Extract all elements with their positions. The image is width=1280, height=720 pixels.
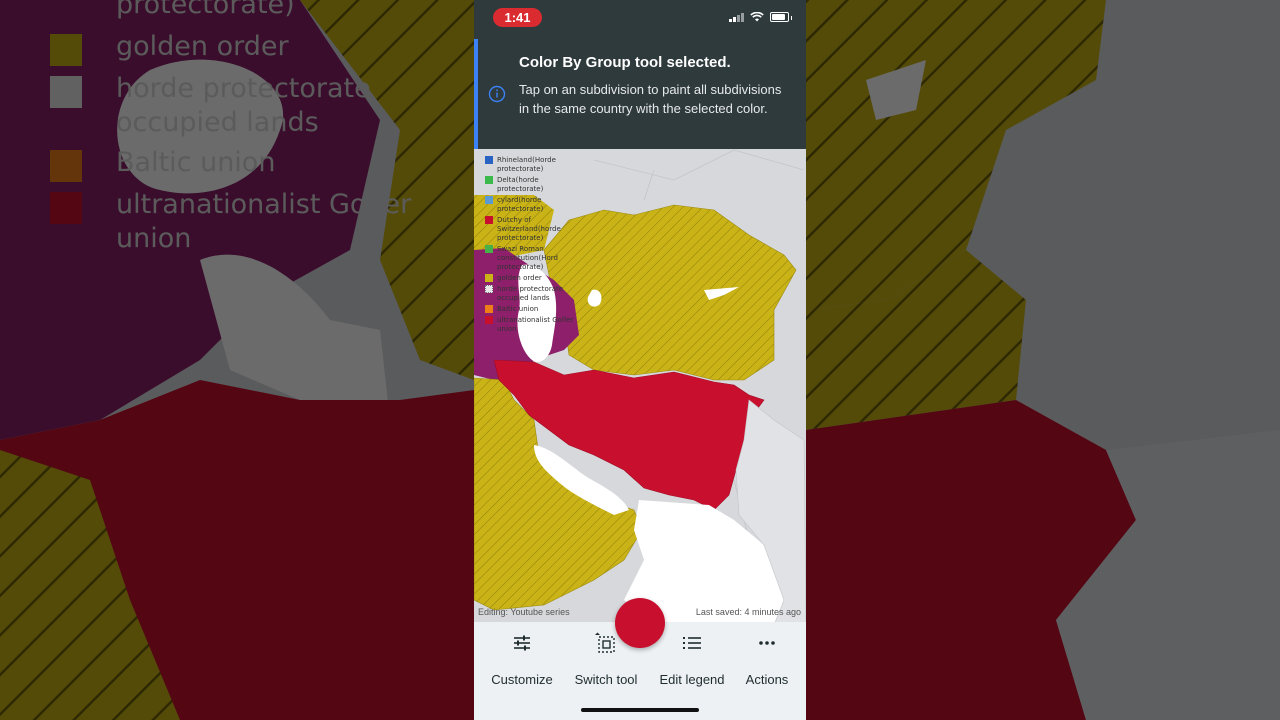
legend-label: Swazi Roman constitution(Hord protectora… <box>497 245 558 271</box>
home-indicator[interactable] <box>581 708 699 712</box>
legend-swatch <box>50 0 82 24</box>
legend-swatch <box>485 216 493 224</box>
battery-tip <box>790 16 792 20</box>
legend-label: Baltic union <box>497 305 539 313</box>
legend-swatch <box>485 316 493 324</box>
legend-label: golden order <box>497 274 542 282</box>
background-legend-row: protectorate) <box>50 0 446 24</box>
legend-label: horde protectorate occupied lands <box>497 285 564 302</box>
background-left: protectorate) golden order horde protect… <box>0 0 474 720</box>
status-time: 1:41 <box>493 8 542 27</box>
legend-swatch <box>485 156 493 164</box>
last-saved-label: Last saved: 4 minutes ago <box>695 607 801 617</box>
group-select-icon <box>595 632 615 653</box>
toast-accent-bar <box>474 39 478 149</box>
battery-icon <box>769 12 789 22</box>
legend-item[interactable]: Baltic union <box>485 305 575 314</box>
background-legend-row: golden order <box>50 30 446 66</box>
toast-notification: 1:41 Color By Group tool selected. Tap o… <box>474 0 806 149</box>
legend-item[interactable]: cylard(horde protectorate) <box>485 196 575 214</box>
wifi-icon <box>749 12 764 22</box>
background-legend-label: golden order <box>116 31 289 62</box>
legend-swatch <box>485 196 493 204</box>
legend-item[interactable]: Rhineland(Horde protectorate) <box>485 156 575 174</box>
toast-message: Tap on an subdivision to paint all subdi… <box>519 82 782 116</box>
legend-swatch <box>50 150 82 182</box>
background-legend-row: horde protectorate occupied lands <box>50 72 446 140</box>
background-legend: protectorate) golden order horde protect… <box>50 0 446 262</box>
legend-swatch <box>485 274 493 282</box>
edit-legend-button[interactable]: Edit legend <box>652 632 732 687</box>
customize-button[interactable]: Customize <box>482 632 562 687</box>
legend-item[interactable]: Delta(horde protectorate) <box>485 176 575 194</box>
actions-label: Actions <box>745 672 789 687</box>
background-legend-label: ultranationalist Golfer union <box>116 189 412 254</box>
legend-label: cylard(horde protectorate) <box>497 196 544 213</box>
map-legend[interactable]: Rhineland(Horde protectorate) Delta(hord… <box>485 156 575 336</box>
legend-label: ultranationalist Golfer union <box>497 316 574 333</box>
legend-label: Rhineland(Horde protectorate) <box>497 156 556 173</box>
edit-legend-label: Edit legend <box>659 672 725 687</box>
legend-item[interactable]: horde protectorate occupied lands <box>485 285 575 303</box>
actions-button[interactable]: Actions <box>727 632 806 687</box>
legend-swatch <box>485 305 493 313</box>
legend-item[interactable]: Dutchy of Switzerland(horde protectorate… <box>485 216 575 243</box>
cellular-signal-icon <box>729 12 744 22</box>
legend-swatch <box>50 192 82 224</box>
background-legend-label: Baltic union <box>116 147 276 178</box>
legend-item[interactable]: golden order <box>485 274 575 283</box>
sliders-icon <box>514 635 530 651</box>
background-right <box>806 0 1280 720</box>
customize-label: Customize <box>491 672 553 687</box>
switch-tool-label: Switch tool <box>574 672 638 687</box>
phone-screen: Rhineland(Horde protectorate) Delta(hord… <box>474 0 806 720</box>
legend-swatch <box>485 245 493 253</box>
status-icons <box>729 12 792 22</box>
background-legend-row: ultranationalist Golfer union <box>50 188 446 256</box>
info-icon <box>488 85 506 103</box>
background-legend-row: Baltic union <box>50 146 446 182</box>
legend-swatch <box>485 176 493 184</box>
toast-title: Color By Group tool selected. <box>519 54 731 71</box>
legend-label: Dutchy of Switzerland(horde protectorate… <box>497 216 561 242</box>
legend-swatch <box>485 285 493 293</box>
editing-label: Editing: Youtube series <box>478 607 570 617</box>
more-horizontal-icon <box>759 641 775 645</box>
list-icon <box>683 637 701 649</box>
legend-item[interactable]: Swazi Roman constitution(Hord protectora… <box>485 245 575 272</box>
selected-color-button[interactable] <box>615 598 665 648</box>
legend-item[interactable]: ultranationalist Golfer union <box>485 316 575 334</box>
legend-swatch <box>50 34 82 66</box>
legend-label: Delta(horde protectorate) <box>497 176 544 193</box>
background-map-right <box>806 0 1280 720</box>
background-legend-label: protectorate) <box>116 0 295 20</box>
legend-swatch <box>50 76 82 108</box>
background-legend-label: horde protectorate occupied lands <box>116 73 371 138</box>
